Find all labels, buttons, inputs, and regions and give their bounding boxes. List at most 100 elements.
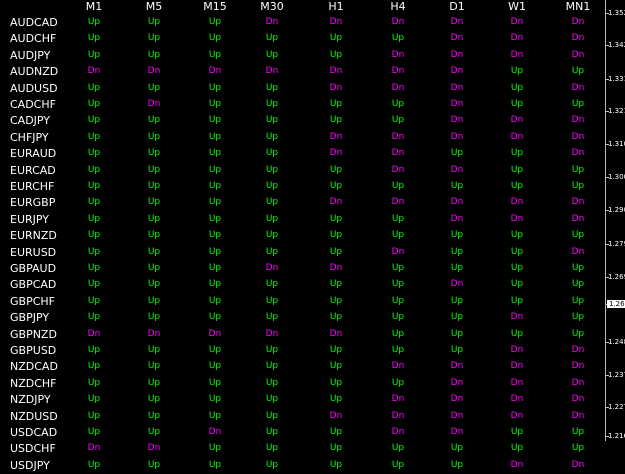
signal-cell-m15: Up [208,345,222,355]
signal-cell-m5: Up [147,82,161,93]
signal-cell-w1: Dn [510,394,524,405]
signal-cell-m5: Up [147,295,161,306]
signal-cell-h1: Up [329,394,343,405]
signal-cell-m1: Up [87,164,101,175]
symbol-label: GBPAUD [10,262,57,275]
symbol-row-eurchf: EURCHF Up Up Up Up Up Up Up Up Up [0,178,605,195]
signal-cell-d1: Up [450,443,464,454]
signal-cell-m30: Up [265,377,279,388]
signal-cell-w1: Up [510,66,524,77]
signal-cell-h1: Up [329,427,343,437]
symbol-row-cadjpy: CADJPY Up Up Up Up Up Up Dn Dn Dn [0,112,605,129]
signal-cell-h1: Up [329,115,343,126]
symbol-label: EURCHF [10,180,55,193]
signal-cell-m1: Up [87,99,101,109]
symbol-label: GBPUSD [10,344,57,357]
signal-cell-d1: Dn [450,213,464,224]
column-header-d1: D1 [449,0,465,13]
price-label: 1.237 [608,371,625,379]
symbol-row-audcad: AUDCAD Up Up Up Dn Dn Dn Dn Dn Dn [0,14,605,31]
signal-cell-m30: Up [265,197,279,208]
symbol-label: CHFJPY [10,130,49,144]
signal-cell-m5: Up [147,164,161,175]
signal-cell-d1: Up [450,459,464,470]
signal-cell-w1: Up [510,164,524,175]
signal-cell-m15: Up [208,99,222,109]
signal-cell-w1: Up [510,230,524,241]
price-label: 1.279 [608,240,625,248]
signal-cell-w1: Dn [510,115,524,126]
signal-cell-w1: Dn [510,345,524,355]
signal-matrix-chart: M1 M5 M15 M30 H1 H4 D1 W1 MN1 AUDCAD Up Up Up Dn Dn Dn… [0,0,605,472]
signal-cell-m1: Up [87,427,101,437]
signal-cell-m1: Up [87,197,101,208]
column-header-w1: W1 [508,0,526,13]
column-header-m15: M15 [203,0,227,13]
signal-cell-m5: Up [147,345,161,355]
signal-cell-m30: Dn [265,17,279,27]
signal-cell-h1: Dn [329,410,343,421]
signal-cell-m15: Dn [208,66,222,77]
symbol-label: NZDUSD [10,409,58,423]
signal-cell-mn1: Dn [571,377,585,388]
signal-cell-w1: Up [510,246,524,257]
signal-cell-m5: Up [147,148,161,159]
signal-cell-m1: Up [87,131,101,142]
signal-cell-m1: Up [87,377,101,388]
signal-cell-m5: Dn [147,66,161,77]
price-label: 1.248 [608,338,625,346]
signal-cell-m30: Up [265,164,279,175]
symbol-row-eurusd: EURUSD Up Up Up Up Up Dn Up Up Dn [0,244,605,261]
symbol-label: GBPJPY [10,311,50,325]
signal-cell-m1: Up [87,263,101,273]
signal-cell-m5: Dn [147,443,161,454]
signal-cell-m5: Up [147,33,161,44]
signal-cell-m30: Dn [265,328,279,339]
signal-cell-mn1: Dn [571,148,585,159]
signal-cell-w1: Up [510,263,524,273]
signal-cell-d1: Dn [450,197,464,208]
signal-cell-mn1: Dn [571,213,585,224]
signal-cell-m30: Up [265,361,279,372]
signal-cell-h1: Dn [329,17,343,27]
signal-cell-w1: Up [510,99,524,109]
symbol-label: EURNZD [10,229,57,243]
signal-cell-m5: Up [147,410,161,421]
signal-cell-m15: Up [208,459,222,470]
signal-cell-d1: Up [450,328,464,339]
signal-cell-h4: Dn [391,131,405,142]
signal-cell-mn1: Dn [571,197,585,208]
signal-cell-m15: Up [208,82,222,93]
signal-cell-d1: Up [450,295,464,306]
signal-cell-h4: Up [391,312,405,323]
column-header-mn1: MN1 [565,0,591,13]
signal-cell-m1: Up [87,279,101,290]
signal-cell-h4: Up [391,115,405,126]
signal-cell-m1: Up [87,410,101,421]
signal-cell-h1: Dn [329,148,343,159]
signal-cell-m1: Up [87,459,101,470]
signal-cell-m1: Up [87,148,101,159]
signal-cell-h4: Dn [391,49,405,60]
signal-cell-w1: Dn [510,131,524,142]
signal-cell-w1: Dn [510,410,524,421]
symbol-label: CADJPY [10,114,51,128]
signal-cell-m1: Up [87,17,101,27]
signal-cell-mn1: Dn [571,49,585,60]
signal-cell-w1: Up [510,427,524,437]
timeframe-header-row: M1 M5 M15 M30 H1 H4 D1 W1 MN1 [0,0,605,14]
price-axis[interactable]: 1.352 1.342 1.331 1.321 1.310 1.300 1.290 1.279… [605,0,625,441]
price-label: 1.269 [608,273,625,281]
current-price-label: 1.260 [607,300,625,308]
signal-cell-mn1: Up [571,181,585,191]
signal-cell-h4: Up [391,328,405,339]
signal-cell-w1: Up [510,328,524,339]
signal-cell-d1: Dn [450,33,464,44]
signal-cell-mn1: Up [571,328,585,339]
signal-cell-m1: Up [87,312,101,323]
signal-cell-d1: Dn [450,99,464,109]
signal-cell-mn1: Up [571,99,585,109]
signal-cell-mn1: Up [571,312,585,323]
signal-cell-m30: Up [265,99,279,109]
signal-cell-h4: Dn [391,66,405,77]
